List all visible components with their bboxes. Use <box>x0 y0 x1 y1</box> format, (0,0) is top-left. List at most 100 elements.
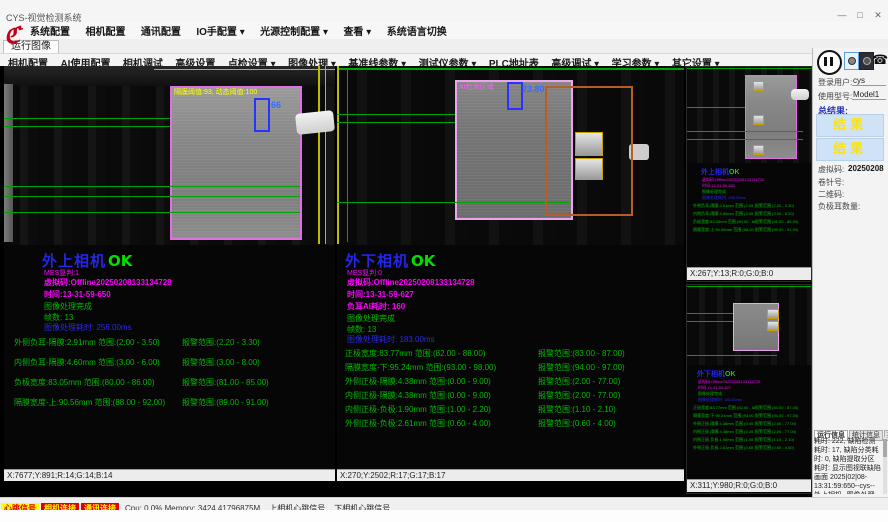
alert-range-text: 报警范围:(83.00 - 87.00) <box>538 348 625 359</box>
done-line: 图像处理完成 <box>347 313 395 324</box>
guide-line <box>4 126 170 127</box>
measure-text: 内侧正极-负极:1.90mm 范围:(1.00 - 2.20) <box>693 437 755 443</box>
left-camera-image[interactable]: 隔膜阈值:93, 动态阈值:100 66 <box>4 66 335 245</box>
measure-row: 内侧正极-隔膜:4.38mm 范围:(0.00 - 9.00)报警范围:(2.0… <box>693 429 811 435</box>
tab-flag <box>753 81 764 91</box>
measure-row: 内侧负耳-隔膜:4.60mm 范围:(3.00 - 6.00)报警范围:(3.0… <box>14 357 269 368</box>
tool-bar: 相机配置 AI使用配置 相机调试 高级设置 点检设置 ▾ 图像处理 ▾ 基准线参… <box>0 54 812 66</box>
camera-1-icon[interactable] <box>844 52 859 70</box>
thumb1-title: 外上相机OK <box>701 167 740 177</box>
ai-time-line: 负耳AI耗时: 160 <box>347 301 405 312</box>
guide-line <box>687 355 777 356</box>
thumb1-elapsed-line: 图像处理耗时: 256.00ms <box>702 195 746 201</box>
machine-left-rail <box>4 84 13 242</box>
separator-region-box <box>170 86 302 240</box>
tab-strip: 运行图像 <box>0 39 888 54</box>
measure-text: 隔膜宽度-下:95.24mm 范围:(93.00 - 98.00) <box>345 362 538 373</box>
measure-row: 负极宽度:83.05mm 范围:(80.00 - 86.00)报警范围:(81.… <box>14 377 269 388</box>
thumb-upper-camera[interactable]: 外上相机OK 虚拟码:Offline20250208133134728 时间:1… <box>686 66 812 282</box>
login-user-label: 登录用户: <box>818 77 852 88</box>
menu-bar: 系统配置 相机配置 通讯配置 IO手配置 ▾ 光源控制配置 ▾ 查看 ▾ 系统语… <box>0 22 888 39</box>
measure-row: 外侧负耳-隔膜:2.91mm 范围:(2.00 - 3.50)报警范围:(2.2… <box>693 203 811 209</box>
measure-text: 隔膜宽度-下:95.24mm 范围:(93.00 - 98.00) <box>693 413 755 419</box>
alert-range-text: 报警范围:(0.60 - 4.00) <box>755 445 794 451</box>
measure-text: 内侧负耳-隔膜:4.60mm 范围:(3.00 - 6.00) <box>693 211 755 217</box>
alert-range-text: 报警范围:(1.10 - 2.10) <box>755 437 794 443</box>
tab-connector-blob <box>791 89 809 100</box>
measure-row: 隔膜宽度-上:90.56mm 范围:(88.00 - 92.00)报警范围:(8… <box>14 397 269 408</box>
measure-text: 内侧正极-隔膜:4.38mm 范围:(0.00 - 9.00) <box>345 390 538 401</box>
ai-region-label: AI检测区域 <box>459 82 494 92</box>
pause-icon <box>830 57 833 66</box>
guide-line <box>4 118 170 119</box>
guide-line <box>687 286 811 287</box>
measure-row: 内侧正极-负极:1.90mm 范围:(1.00 - 2.20)报警范围:(1.1… <box>693 437 811 443</box>
measure-row: 隔膜宽度-下:95.24mm 范围:(93.00 - 98.00)报警范围:(9… <box>693 413 811 419</box>
measure-marker-value: 66 <box>271 100 281 110</box>
virtual-code-line: 虚拟码:Offline20250208133134728 <box>347 277 475 288</box>
guide-line <box>4 212 300 213</box>
login-user-value[interactable]: cys <box>852 76 886 86</box>
guide-line <box>318 66 320 244</box>
measure-row: 外侧负耳-隔膜:2.91mm 范围:(2.00 - 3.50)报警范围:(2.2… <box>14 337 269 348</box>
thumb2-camera-name: 外下相机 <box>697 371 725 378</box>
thumb1-pixel-status: X:267;Y:13;R:0;G:0;B:0 <box>687 267 811 280</box>
alert-range-text: 报警范围:(81.00 - 85.00) <box>182 377 269 388</box>
result-box-2: 结果 <box>816 138 884 161</box>
left-camera-view[interactable]: 隔膜阈值:93, 动态阈值:100 66 外上相机OK MES复判:1 虚拟码:… <box>4 66 335 481</box>
measure-text: 内侧正极-负极:1.90mm 范围:(1.00 - 2.20) <box>345 404 538 415</box>
thumb1-camera-name: 外上相机 <box>701 169 729 176</box>
tab-connector-blob <box>295 110 335 135</box>
done-line: 图像处理完成 <box>44 301 92 312</box>
guide-line <box>4 196 300 197</box>
measure-row: 负极宽度:83.05mm 范围:(80.00 - 86.00)报警范围:(81.… <box>693 219 811 225</box>
status-bar: 心跳信号相机连接通讯连接Cpu: 0.0% Memory: 3424.41796… <box>0 497 888 511</box>
handset-icon[interactable]: ☎ <box>872 52 885 68</box>
close-button[interactable]: ✕ <box>870 9 886 21</box>
pause-button[interactable] <box>817 50 842 75</box>
result-box-1: 结果 <box>816 114 884 137</box>
center-camera-result: OK <box>411 252 435 270</box>
thumb2-image[interactable] <box>687 285 811 365</box>
alert-range-text: 报警范围:(2.20 - 3.30) <box>755 203 794 209</box>
thumb2-elapsed-line: 图像处理耗时: 183.00ms <box>698 397 742 403</box>
center-camera-view[interactable]: AI检测区域 23.80 外下相机OK MES复判:0 虚拟码:Offline2… <box>337 66 684 481</box>
pause-icon <box>824 57 827 66</box>
guide-line <box>4 186 300 187</box>
scrollbar-thumb[interactable] <box>883 439 887 457</box>
alert-range-text: 报警范围:(0.60 - 4.00) <box>538 418 616 429</box>
measure-row: 内侧正极-负极:1.90mm 范围:(1.00 - 2.20)报警范围:(1.1… <box>345 404 625 415</box>
guide-line <box>687 68 811 69</box>
alert-range-text: 报警范围:(2.00 - 77.00) <box>755 429 796 435</box>
thumb1-image[interactable] <box>687 67 811 163</box>
measure-row: 外侧正极-隔膜:4.38mm 范围:(0.00 - 9.00)报警范围:(2.0… <box>345 376 625 387</box>
thumb-lower-camera[interactable]: 外下相机OK 虚拟码:Offline20250208133134728 时间:1… <box>686 284 812 494</box>
measure-row: 内侧正极-隔膜:4.38mm 范围:(0.00 - 9.00)报警范围:(2.0… <box>345 390 625 401</box>
alert-range-text: 报警范围:(94.00 - 97.00) <box>755 413 798 419</box>
model-value[interactable]: Model1 <box>852 90 886 100</box>
time-line: 时间:13-31-59-627 <box>347 289 414 300</box>
center-measurements: 正极宽度:83.77mm 范围:(82.00 - 88.00)报警范围:(83.… <box>345 348 625 432</box>
center-camera-image[interactable]: AI检测区域 23.80 <box>337 66 684 245</box>
minimize-button[interactable]: — <box>834 9 850 21</box>
log-scrollbar[interactable] <box>883 437 887 494</box>
measure-text: 负极宽度:83.05mm 范围:(80.00 - 86.00) <box>14 377 182 388</box>
measure-text: 外侧正极-隔膜:4.38mm 范围:(0.00 - 9.00) <box>693 421 755 427</box>
tab-flag <box>767 321 779 331</box>
thumb1-measurements: 外侧负耳-隔膜:2.91mm 范围:(2.00 - 3.50)报警范围:(2.2… <box>693 203 811 235</box>
run-log-text: 耗时: 222, 缺陷检测耗时: 17, 缺陷分类耗时: 0, 缺陷提取分区耗时… <box>814 437 881 494</box>
alert-range-text: 报警范围:(2.00 - 77.00) <box>755 421 796 427</box>
left-pixel-status: X:7677;Y:891;R:14;G:14;B:14 <box>4 469 335 481</box>
measure-text: 外侧正极-负极:2.61mm 范围:(0.60 - 4.00) <box>693 445 755 451</box>
measure-row: 正极宽度:83.77mm 范围:(82.00 - 88.00)报警范围:(83.… <box>693 405 811 411</box>
model-label: 使用型号: <box>818 91 852 102</box>
measure-text: 外侧正极-负极:2.61mm 范围:(0.60 - 4.00) <box>345 418 538 429</box>
guide-line <box>337 122 455 123</box>
maximize-button[interactable]: □ <box>852 9 868 21</box>
measure-marker-box <box>507 82 523 110</box>
alert-range-text: 报警范围:(2.00 - 77.00) <box>538 390 620 401</box>
specimen-texture <box>172 88 300 238</box>
measure-row: 隔膜宽度-下:95.24mm 范围:(93.00 - 98.00)报警范围:(9… <box>345 362 625 373</box>
app-window: CYS-视觉检测系统 — □ ✕ ℭ 系统配置 相机配置 通讯配置 IO手配置 … <box>0 0 888 522</box>
tab-flag <box>753 115 764 125</box>
